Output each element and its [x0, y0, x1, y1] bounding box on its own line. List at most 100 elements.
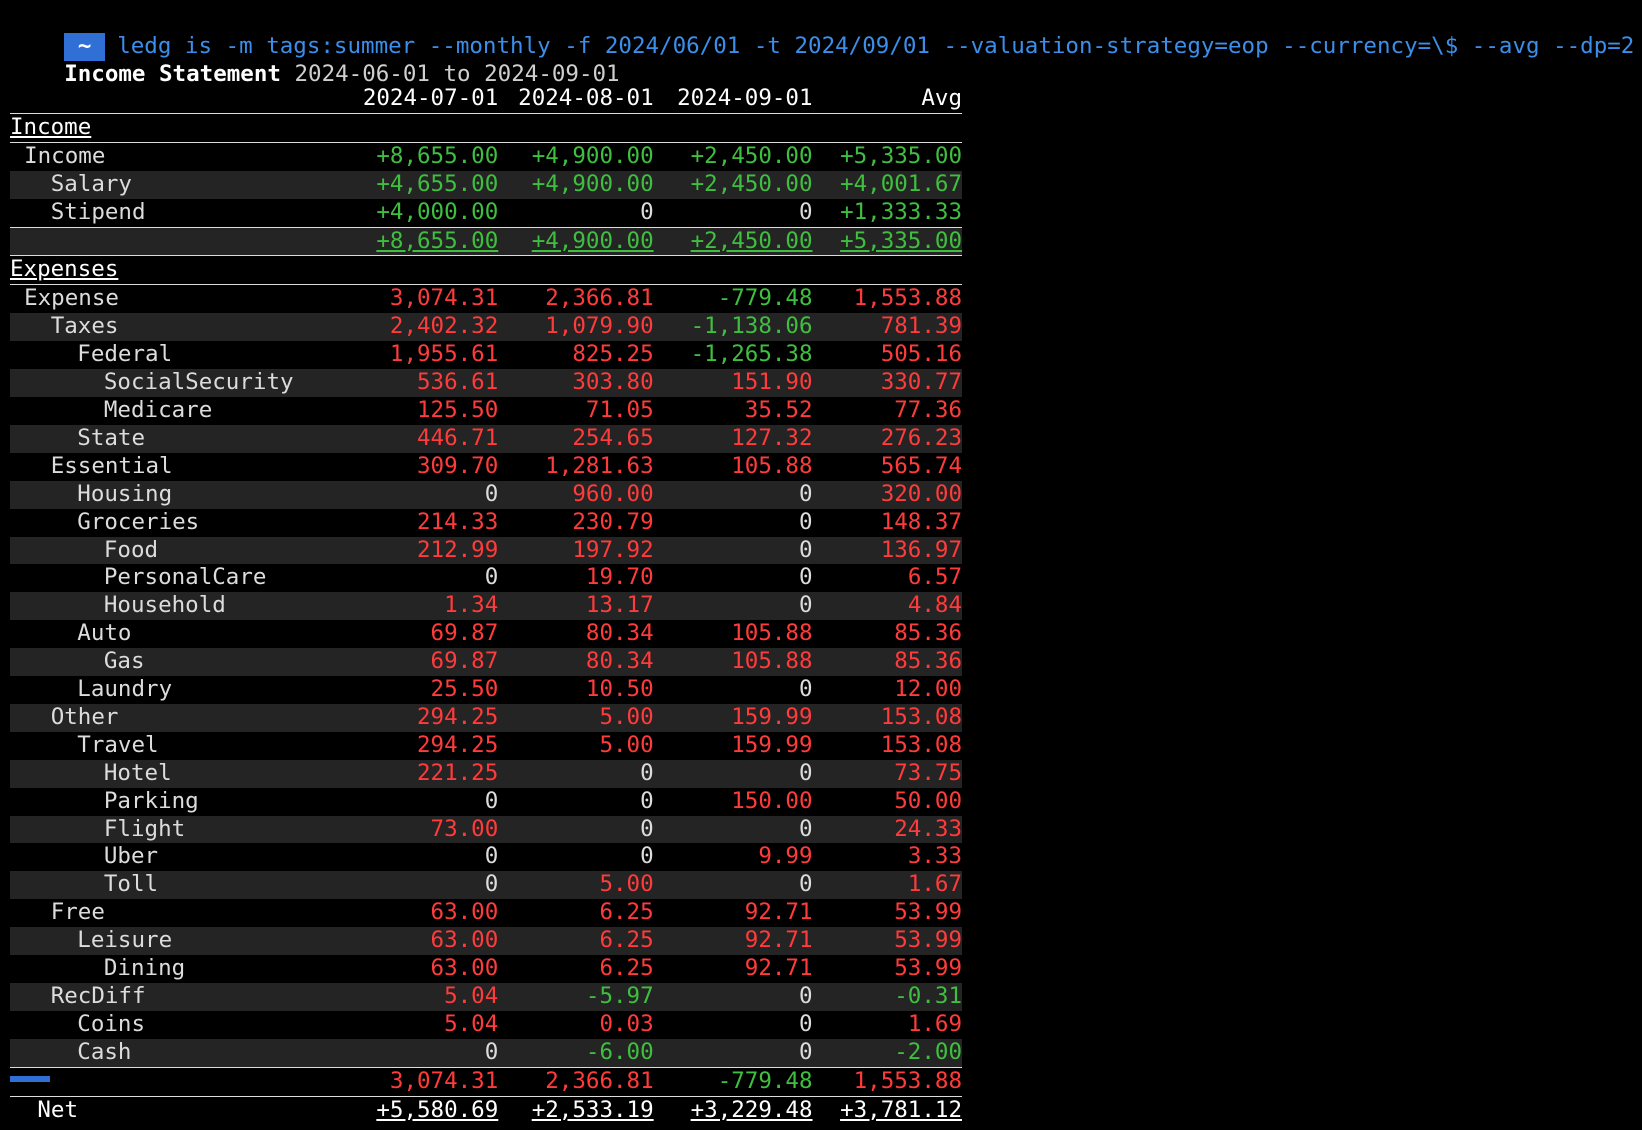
account-row-groceries-value-1: 214.33: [417, 508, 499, 535]
account-row-auto-value-1: 69.87: [430, 620, 499, 647]
account-row-housing-value-3: 0: [669, 480, 829, 509]
account-row-expense-value-2: 2,366.81: [545, 285, 654, 312]
account-row-coins-value-1: 5.04: [444, 1010, 499, 1037]
account-row-recdiff-value-3: 0: [669, 983, 829, 1011]
account-row-essential: Essential 309.70 1,281.63 105.88 565.74: [10, 453, 962, 481]
account-row-travel-value-2: 5.00: [599, 731, 654, 758]
net-row-value-2: +2,533.19: [531, 1096, 654, 1123]
account-row-income-value-4: +5,335.00: [840, 142, 962, 169]
account-row-laundry-label: Laundry: [77, 676, 173, 703]
account-row-toll: Toll 0 5.00 0 1.67: [10, 871, 962, 900]
account-row-essential-value-1: 309.70: [417, 452, 499, 479]
income-total-row: +8,655.00 +4,900.00 +2,450.00 +5,335.00: [10, 227, 962, 257]
account-row-taxes-value-3: -1,138.06: [669, 313, 829, 342]
account-row-housing: Housing 0 960.00 0 320.00: [10, 480, 962, 509]
account-row-housing-value-4: 320.00: [828, 480, 962, 509]
account-row-state: State 446.71 254.65 127.32 276.23: [10, 424, 962, 453]
account-row-household: Household 1.34 13.17 0 4.84: [10, 592, 962, 621]
account-row-taxes-value-2: 1,079.90: [510, 313, 670, 342]
account-row-leisure-value-1: 63.00: [355, 927, 511, 956]
account-row-medicare-value-2: 71.05: [585, 396, 654, 423]
account-row-socialsecurity-value-2: 303.80: [510, 369, 670, 397]
account-row-taxes-label: Taxes: [10, 313, 356, 342]
account-row-household-value-1: 1.34: [355, 592, 511, 621]
account-row-food-value-3: 0: [669, 536, 829, 565]
account-row-recdiff: RecDiff 5.04 -5.97 0 -0.31: [10, 983, 962, 1011]
expense-total-row: 3,074.31 2,366.81 -779.48 1,553.88: [10, 1067, 962, 1097]
account-row-dining-value-1: 63.00: [430, 955, 499, 982]
account-row-travel: Travel 294.25 5.00 159.99 153.08: [10, 732, 962, 760]
account-row-income-value-1: +8,655.00: [376, 142, 499, 169]
account-row-salary-value-4: +4,001.67: [828, 170, 962, 199]
terminal-window[interactable]: ~ ledg is -m tags:summer --monthly -f 202…: [0, 0, 1642, 1130]
account-row-free-value-3: 92.71: [744, 899, 813, 926]
account-row-federal-value-2: 825.25: [572, 341, 654, 368]
account-row-personalcare-value-3: 0: [798, 564, 813, 591]
account-row-food-value-2: 197.92: [510, 536, 670, 565]
net-row-value-4: +3,781.12: [840, 1096, 962, 1123]
account-row-medicare: Medicare 125.50 71.05 35.52 77.36: [10, 397, 962, 425]
account-row-food-value-4: 136.97: [828, 536, 962, 565]
account-row-salary-value-1: +4,655.00: [355, 170, 511, 199]
account-row-flight-value-2: 0: [510, 815, 670, 844]
header-col-2: 2024-08-01: [510, 85, 670, 114]
section-expenses-value-4: [828, 255, 962, 286]
expense-total-row-value-2: 2,366.81: [510, 1067, 670, 1097]
account-row-medicare-value-4: 77.36: [894, 396, 962, 423]
account-row-other-value-4: 153.08: [828, 703, 962, 732]
account-row-other-value-2: 5.00: [510, 703, 670, 732]
account-row-gas-value-1: 69.87: [355, 648, 511, 677]
account-row-personalcare: PersonalCare 0 19.70 0 6.57: [10, 564, 962, 592]
account-row-other-value-3: 159.99: [669, 703, 829, 732]
terminal-cursor: [10, 1076, 50, 1082]
account-row-cash: Cash 0 -6.00 0 -2.00: [10, 1038, 962, 1068]
account-row-laundry: Laundry 25.50 10.50 0 12.00: [10, 676, 962, 704]
account-row-hotel-value-2: 0: [510, 759, 670, 788]
account-row-food-label: Food: [10, 536, 356, 565]
account-row-food: Food 212.99 197.92 0 136.97: [10, 536, 962, 565]
account-row-dining-value-3: 92.71: [744, 955, 813, 982]
account-row-coins-value-4: 1.69: [907, 1010, 962, 1037]
account-row-stipend-value-2: 0: [510, 198, 670, 228]
account-row-salary: Salary +4,655.00 +4,900.00 +2,450.00 +4,001.…: [10, 170, 962, 199]
section-expenses-value-3: [669, 255, 829, 286]
income-total-row-value-4: +5,335.00: [828, 227, 962, 257]
account-row-uber-value-1: 0: [484, 843, 499, 870]
account-row-federal-value-3: -1,265.38: [690, 341, 813, 368]
account-row-gas-value-2: 80.34: [510, 648, 670, 677]
account-row-coins-label: Coins: [77, 1010, 146, 1037]
section-expenses: Expenses: [10, 255, 962, 286]
account-row-income-value-3: +2,450.00: [690, 142, 813, 169]
account-row-travel-value-4: 153.08: [880, 731, 962, 758]
account-row-income-value-2: +4,900.00: [531, 142, 654, 169]
account-row-uber-value-2: 0: [640, 843, 654, 870]
account-row-parking-label: Parking: [103, 787, 199, 814]
account-row-federal-value-1: 1,955.61: [389, 341, 499, 368]
account-row-expense-value-4: 1,553.88: [853, 285, 962, 312]
account-row-income-label: Income: [24, 142, 106, 169]
account-row-socialsecurity-value-3: 151.90: [669, 369, 829, 397]
account-row-housing-value-2: 960.00: [510, 480, 670, 509]
account-row-toll-value-4: 1.67: [828, 871, 962, 900]
account-row-travel-value-1: 294.25: [417, 731, 499, 758]
account-row-parking-value-3: 150.00: [731, 787, 813, 814]
account-row-essential-value-4: 565.74: [880, 452, 962, 479]
account-row-state-value-2: 254.65: [510, 424, 670, 453]
account-row-laundry-value-2: 10.50: [585, 676, 654, 703]
account-row-cash-value-2: -6.00: [510, 1038, 670, 1068]
account-row-auto: Auto 69.87 80.34 105.88 85.36: [10, 620, 962, 648]
account-row-coins: Coins 5.04 0.03 0 1.69: [10, 1011, 962, 1039]
account-row-income: Income +8,655.00 +4,900.00 +2,450.00 +5,335.…: [10, 142, 962, 170]
account-row-essential-value-3: 105.88: [731, 452, 813, 479]
account-row-groceries-value-3: 0: [798, 508, 813, 535]
net-row: Net +5,580.69 +2,533.19 +3,229.48 +3,781.12: [10, 1096, 962, 1124]
account-row-state-label: State: [10, 424, 356, 453]
account-row-salary-label: Salary: [10, 170, 356, 199]
account-row-taxes-value-1: 2,402.32: [355, 313, 511, 342]
account-row-toll-value-3: 0: [669, 871, 829, 900]
account-row-socialsecurity: SocialSecurity 536.61 303.80 151.90 330.77: [10, 369, 962, 397]
account-row-state-value-4: 276.23: [828, 424, 962, 453]
header-account: [10, 85, 356, 114]
expense-total-row-value-1: 3,074.31: [355, 1067, 511, 1097]
account-row-laundry-value-1: 25.50: [430, 676, 499, 703]
